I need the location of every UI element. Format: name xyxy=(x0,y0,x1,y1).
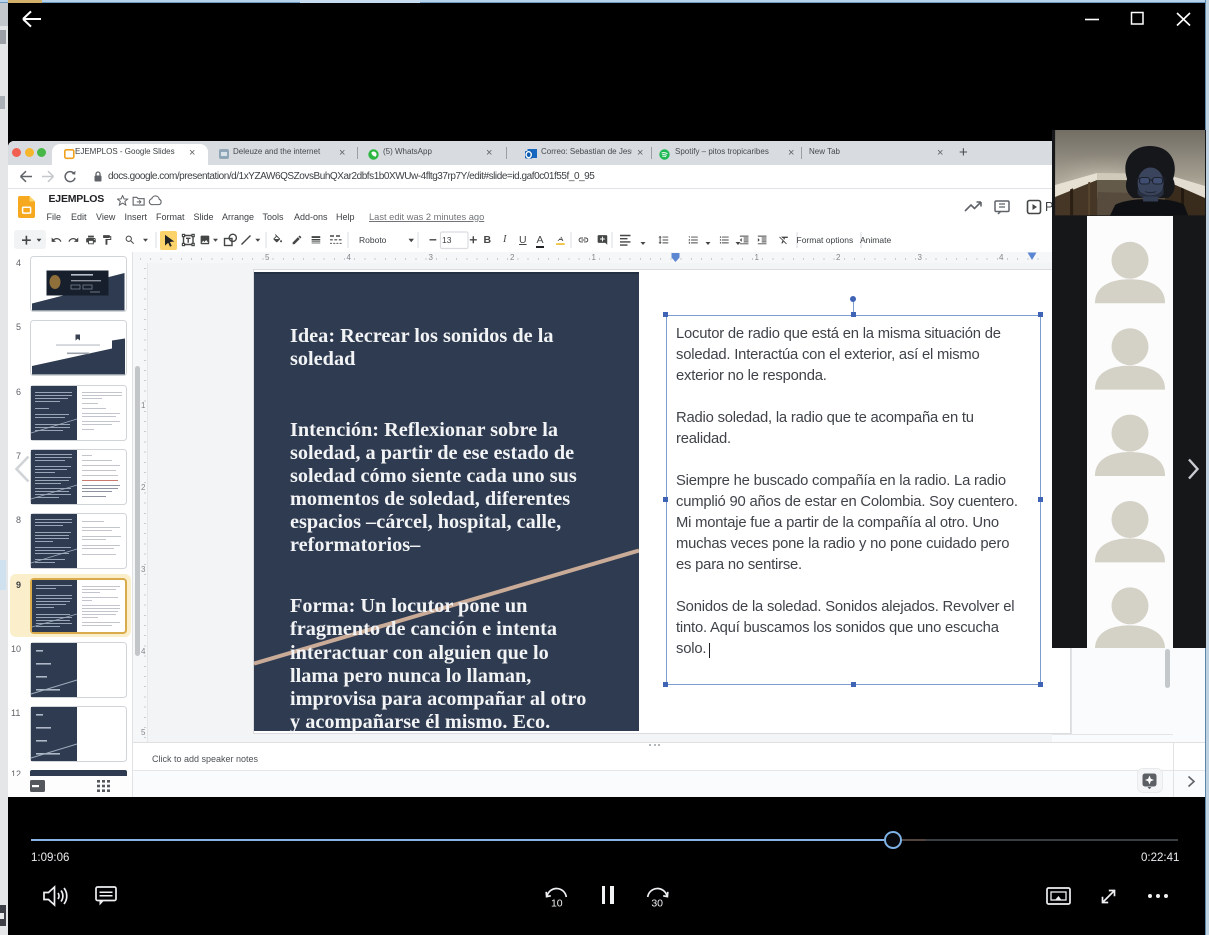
svg-text:30: 30 xyxy=(651,897,663,909)
svg-text:10: 10 xyxy=(551,897,563,909)
